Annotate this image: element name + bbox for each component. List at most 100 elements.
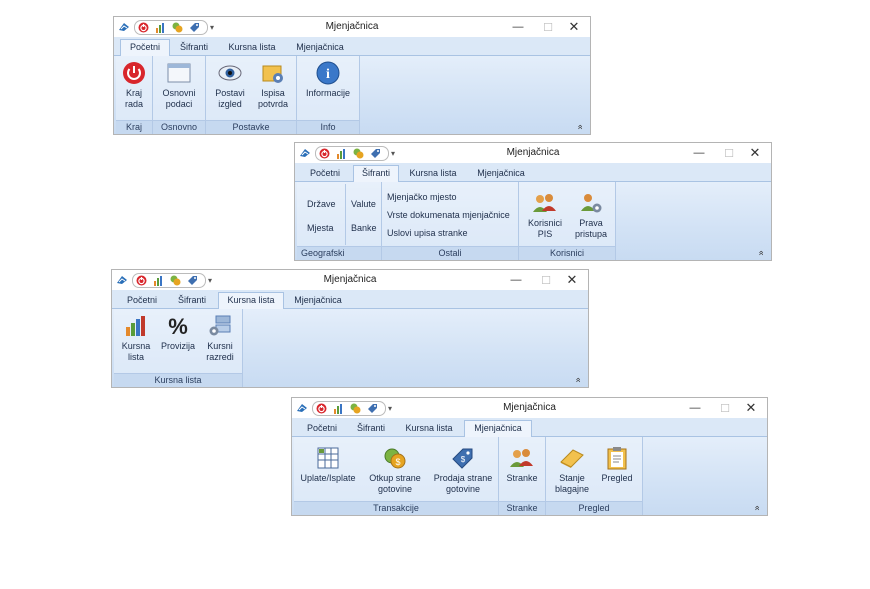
group-label-postavke: Postavke bbox=[206, 120, 296, 134]
maximize-button[interactable]: ☐ bbox=[713, 400, 737, 416]
tab-kursna-lista[interactable]: Kursna lista bbox=[222, 40, 282, 55]
group-label-ostali: Ostali bbox=[382, 246, 518, 260]
otkup-button[interactable]: $ Otkup strane gotovine bbox=[364, 445, 426, 495]
close-button[interactable]: ✕ bbox=[743, 145, 767, 161]
group-label-transakcije: Transakcije bbox=[294, 501, 498, 515]
tab-pocetni[interactable]: Početni bbox=[298, 421, 346, 436]
group-label-korisnici: Korisnici bbox=[519, 246, 615, 260]
tab-mjenjacnica[interactable]: Mjenjačnica bbox=[471, 166, 531, 181]
ispisa-potvrda-button[interactable]: Ispisa potvrda bbox=[252, 60, 294, 110]
tab-sifranti[interactable]: Šifranti bbox=[174, 40, 214, 55]
quick-access-toolbar: ▾ bbox=[117, 19, 214, 35]
exit-icon[interactable] bbox=[137, 21, 150, 34]
users-icon bbox=[532, 190, 558, 216]
tag-icon[interactable] bbox=[188, 21, 201, 34]
svg-text:i: i bbox=[326, 67, 330, 82]
minimize-button[interactable]: — bbox=[683, 400, 707, 416]
uslovi-upisa-button[interactable]: Uslovi upisa stranke bbox=[387, 228, 468, 238]
tab-sifranti[interactable]: Šifranti bbox=[172, 293, 212, 308]
app-icon[interactable] bbox=[295, 402, 308, 415]
tab-sifranti[interactable]: Šifranti bbox=[350, 421, 392, 436]
quick-access-toolbar: ▾ bbox=[295, 400, 392, 416]
mjesta-button[interactable]: Mjesta bbox=[307, 223, 334, 233]
qat-dropdown-icon[interactable]: ▾ bbox=[388, 404, 392, 413]
informacije-button[interactable]: i Informacije bbox=[297, 60, 359, 99]
tag-icon[interactable] bbox=[186, 274, 199, 287]
osnovni-podaci-button[interactable]: Osnovni podaci bbox=[153, 60, 205, 110]
collapse-ribbon-icon[interactable]: » bbox=[755, 250, 765, 255]
close-button[interactable]: ✕ bbox=[560, 272, 584, 288]
coins-icon[interactable] bbox=[352, 147, 365, 160]
chart-icon[interactable] bbox=[152, 274, 165, 287]
prava-pristupa-button[interactable]: Prava pristupa bbox=[569, 190, 613, 240]
stranke-button[interactable]: Stranke bbox=[499, 445, 545, 484]
quick-access-toolbar: ▾ bbox=[115, 272, 212, 288]
minimize-button[interactable]: — bbox=[504, 272, 528, 288]
group-korisnici: Korisnici PIS Prava pristupa Korisnici bbox=[519, 182, 616, 260]
mjenjacko-mjesto-button[interactable]: Mjenjačko mjesto bbox=[387, 192, 457, 202]
coins-icon[interactable] bbox=[169, 274, 182, 287]
tab-mjenjacnica[interactable]: Mjenjačnica bbox=[464, 420, 532, 437]
kursni-razredi-button[interactable]: Kursni razredi bbox=[200, 313, 240, 363]
chart-icon[interactable] bbox=[154, 21, 167, 34]
banke-button[interactable]: Banke bbox=[351, 223, 377, 233]
window-icon bbox=[166, 60, 192, 86]
stanje-blagajne-label: Stanje blagajne bbox=[554, 473, 590, 494]
close-button[interactable]: ✕ bbox=[562, 19, 586, 35]
app-icon[interactable] bbox=[298, 147, 311, 160]
collapse-ribbon-icon[interactable]: » bbox=[574, 124, 584, 129]
group-geografski: Države Mjesta Valute Banke Geografski bbox=[297, 182, 382, 260]
prodaja-button[interactable]: $ Prodaja strane gotovine bbox=[430, 445, 496, 495]
kursna-lista-button[interactable]: Kursna lista bbox=[116, 313, 156, 363]
drzave-button[interactable]: Države bbox=[307, 199, 336, 209]
tab-mjenjacnica[interactable]: Mjenjačnica bbox=[288, 293, 348, 308]
window-pocetni: ▾ Mjenjačnica — ☐ ✕ Početni Šifranti Kur… bbox=[113, 16, 591, 135]
collapse-ribbon-icon[interactable]: » bbox=[572, 377, 582, 382]
close-button[interactable]: ✕ bbox=[739, 400, 763, 416]
exit-icon[interactable] bbox=[318, 147, 331, 160]
pregled-button[interactable]: Pregled bbox=[596, 445, 638, 484]
qat-group bbox=[132, 272, 206, 288]
tab-pocetni[interactable]: Početni bbox=[120, 39, 170, 56]
vrste-dokumenata-button[interactable]: Vrste dokumenata mjenjačnice bbox=[387, 210, 510, 220]
minimize-button[interactable]: — bbox=[506, 19, 530, 35]
group-label-pregled: Pregled bbox=[546, 501, 642, 515]
app-icon[interactable] bbox=[115, 274, 128, 287]
maximize-button[interactable]: ☐ bbox=[717, 145, 741, 161]
collapse-ribbon-icon[interactable]: » bbox=[751, 505, 761, 510]
tab-kursna-lista[interactable]: Kursna lista bbox=[403, 166, 463, 181]
postavi-izgled-button[interactable]: Postavi izgled bbox=[210, 60, 250, 110]
tab-pocetni[interactable]: Početni bbox=[301, 166, 349, 181]
qat-dropdown-icon[interactable]: ▾ bbox=[208, 276, 212, 285]
tag-icon[interactable] bbox=[369, 147, 382, 160]
eye-icon bbox=[217, 60, 243, 86]
tab-pocetni[interactable]: Početni bbox=[118, 293, 166, 308]
minimize-button[interactable]: — bbox=[687, 145, 711, 161]
kraj-rada-label: Kraj rada bbox=[124, 88, 143, 109]
chart-icon[interactable] bbox=[335, 147, 348, 160]
tab-kursna-lista[interactable]: Kursna lista bbox=[398, 421, 460, 436]
kraj-rada-button[interactable]: Kraj rada bbox=[116, 60, 152, 110]
app-icon[interactable] bbox=[117, 21, 130, 34]
chart-icon[interactable] bbox=[332, 402, 345, 415]
provizija-button[interactable]: % Provizija bbox=[158, 313, 198, 352]
maximize-button[interactable]: ☐ bbox=[534, 272, 558, 288]
coins-icon[interactable] bbox=[349, 402, 362, 415]
exit-icon[interactable] bbox=[135, 274, 148, 287]
maximize-button[interactable]: ☐ bbox=[536, 19, 560, 35]
tag-icon[interactable] bbox=[366, 402, 379, 415]
qat-dropdown-icon[interactable]: ▾ bbox=[210, 23, 214, 32]
valute-button[interactable]: Valute bbox=[351, 199, 376, 209]
stanje-blagajne-button[interactable]: Stanje blagajne bbox=[550, 445, 594, 495]
tab-sifranti[interactable]: Šifranti bbox=[353, 165, 399, 182]
money-in-icon: $ bbox=[382, 445, 408, 471]
uplate-isplate-button[interactable]: Uplate/Isplate bbox=[296, 445, 360, 484]
tab-mjenjacnica[interactable]: Mjenjačnica bbox=[290, 40, 350, 55]
coins-icon[interactable] bbox=[171, 21, 184, 34]
exit-icon[interactable] bbox=[315, 402, 328, 415]
tab-kursna-lista[interactable]: Kursna lista bbox=[218, 292, 284, 309]
window-sifranti: ▾ Mjenjačnica — ☐ ✕ Početni Šifranti Kur… bbox=[294, 142, 772, 261]
korisnici-pis-button[interactable]: Korisnici PIS bbox=[523, 190, 567, 240]
kursni-razredi-label: Kursni razredi bbox=[206, 341, 234, 362]
qat-dropdown-icon[interactable]: ▾ bbox=[391, 149, 395, 158]
